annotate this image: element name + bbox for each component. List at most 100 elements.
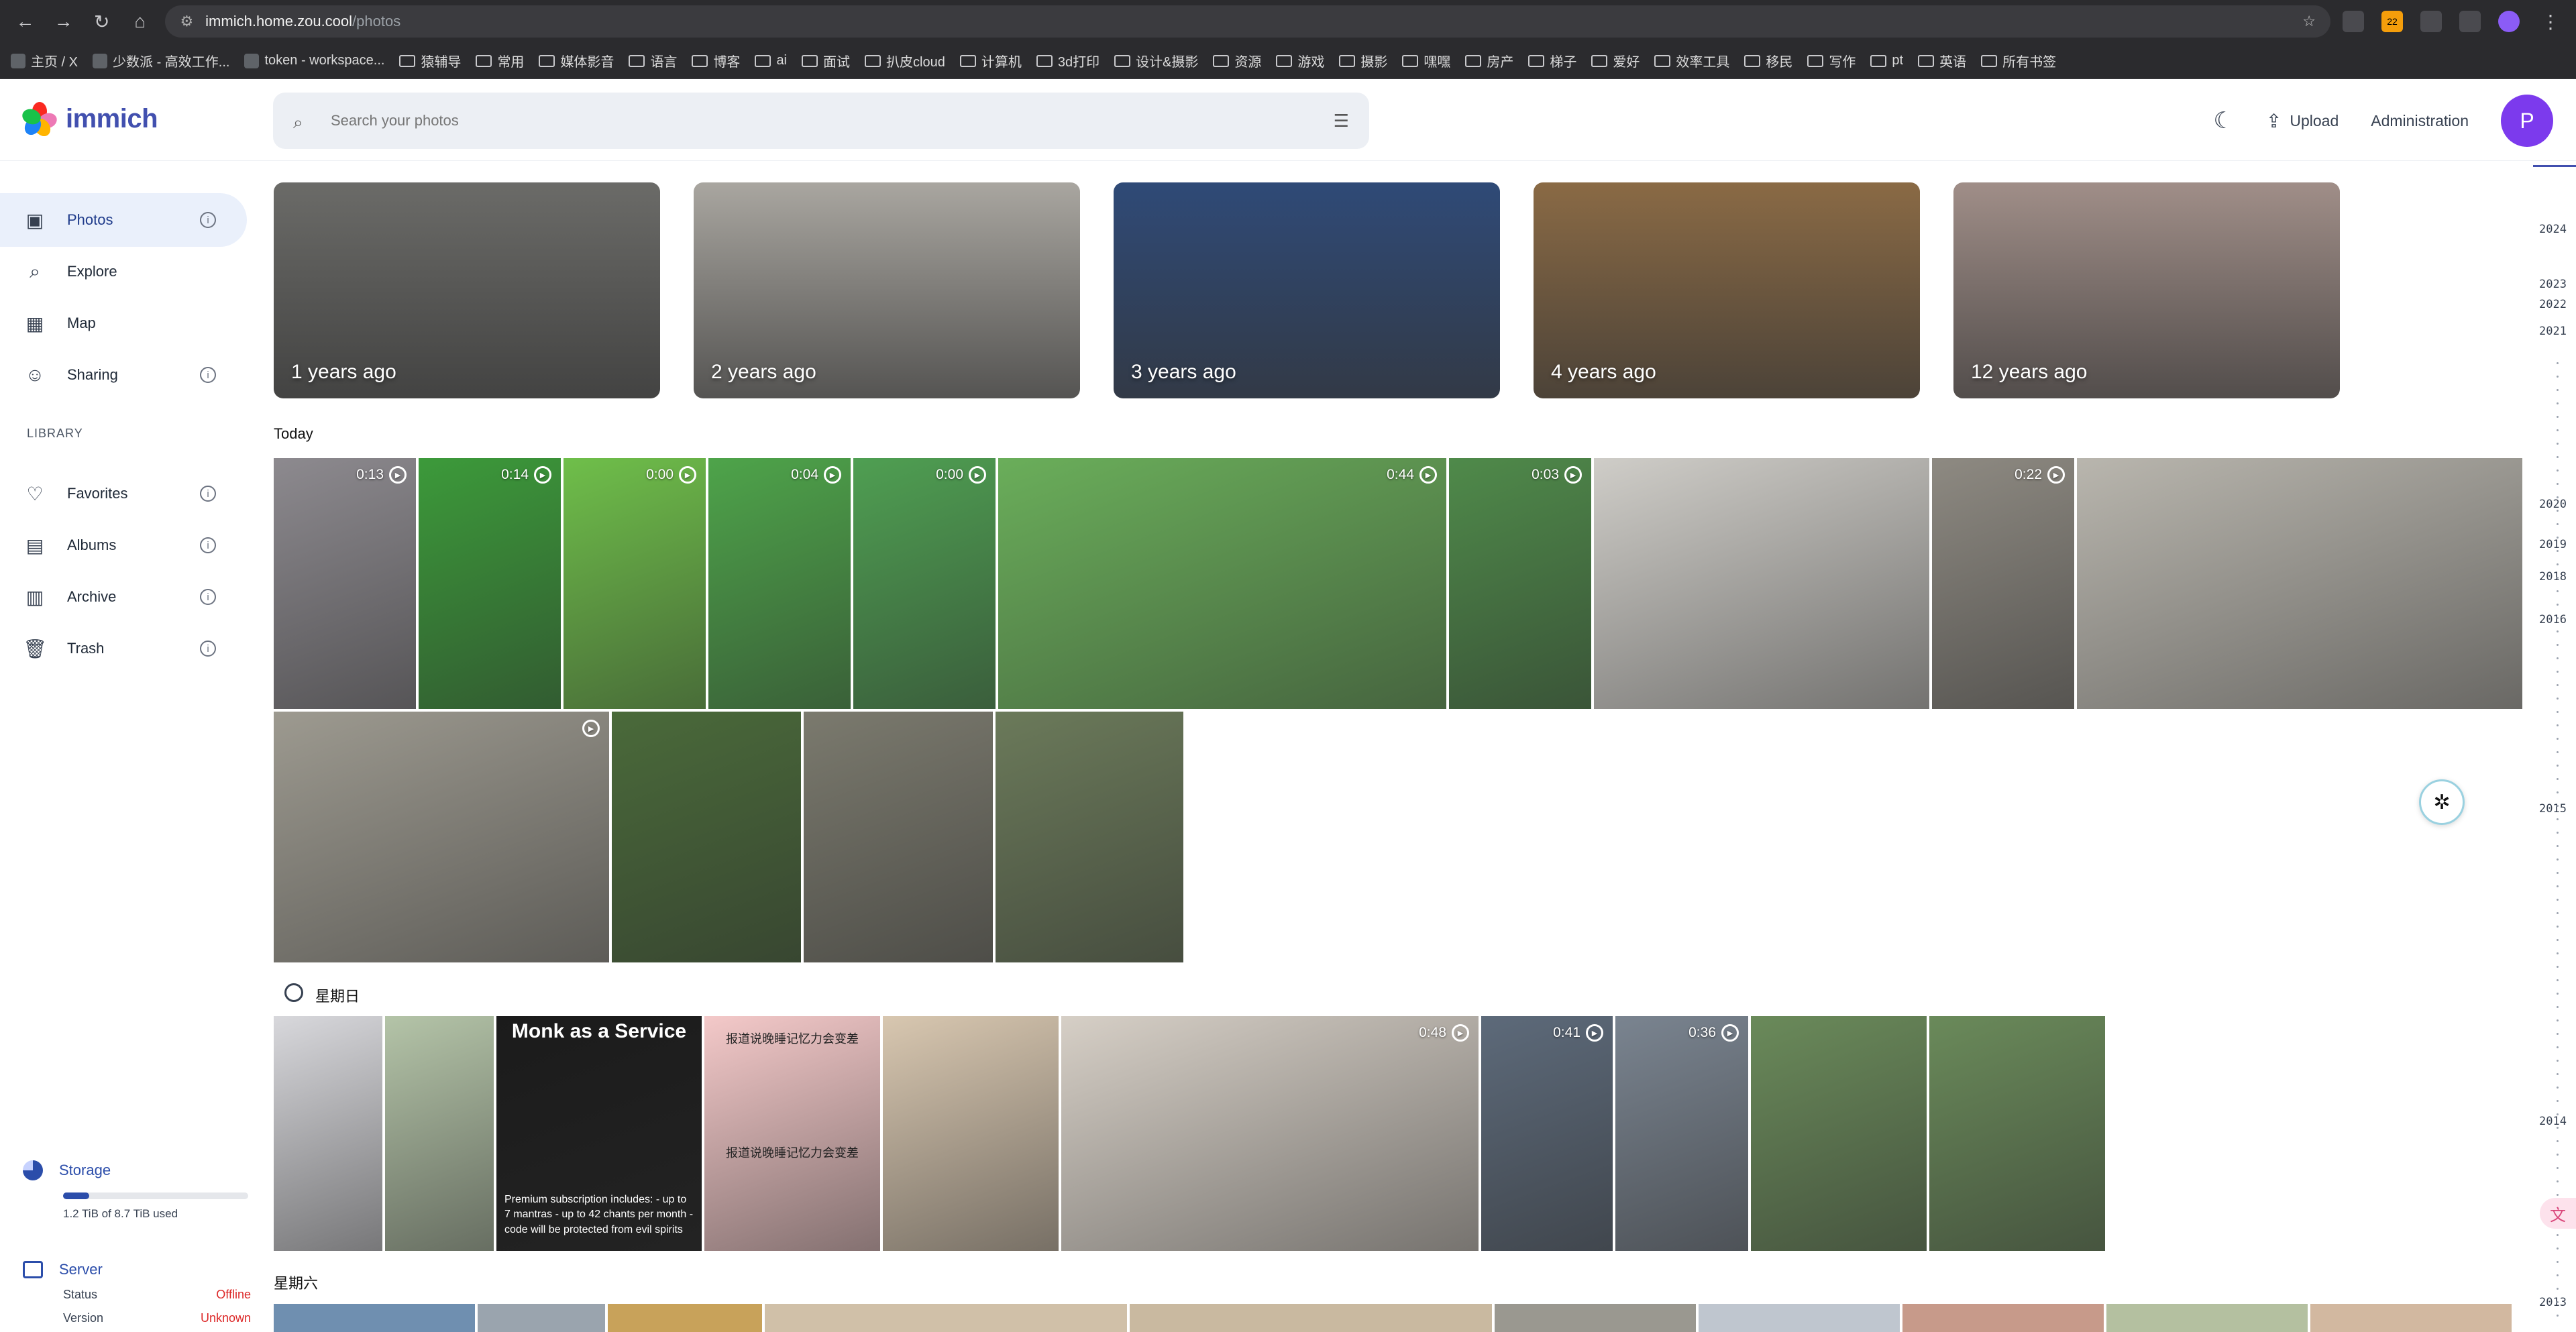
photo-thumbnail[interactable]: 0:22 ▶ — [1932, 458, 2074, 709]
bookmark-item[interactable]: 3d打印 — [1036, 51, 1099, 70]
logo[interactable]: immich — [20, 102, 158, 140]
sidebar-item-albums[interactable]: ▤ Albums i — [0, 518, 247, 572]
bookmark-item[interactable]: 梯子 — [1528, 51, 1576, 70]
photo-thumbnail[interactable]: 0:36 ▶ — [1615, 1016, 1748, 1251]
scrubber-year[interactable]: 2014 — [2539, 1115, 2567, 1128]
photo-thumbnail[interactable] — [274, 1016, 382, 1251]
bookmark-item[interactable]: 移民 — [1744, 51, 1792, 70]
bookmark-item[interactable]: 所有书签 — [1981, 51, 2056, 70]
upload-button[interactable]: ⇪ Upload — [2266, 110, 2339, 132]
scrubber-year[interactable]: 2018 — [2539, 570, 2567, 584]
photo-thumbnail[interactable]: 0:04 ▶ — [708, 458, 851, 709]
extensions-puzzle-icon[interactable] — [2459, 11, 2481, 32]
sidebar-item-map[interactable]: ▦ Map — [0, 296, 247, 350]
profile-icon[interactable] — [2498, 11, 2520, 32]
bookmark-item[interactable]: 语言 — [629, 51, 677, 70]
user-avatar[interactable]: P — [2501, 95, 2553, 147]
photo-thumbnail[interactable] — [1902, 1304, 2104, 1332]
sidebar-item-photos[interactable]: ▣ Photos i — [0, 193, 247, 247]
select-day-checkbox[interactable] — [284, 983, 303, 1002]
scrubber-year[interactable]: 2015 — [2539, 802, 2567, 816]
photo-thumbnail[interactable] — [1594, 458, 1929, 709]
photo-thumbnail[interactable] — [765, 1304, 1127, 1332]
extension-badge[interactable]: 22 — [2381, 11, 2403, 32]
scrubber-year[interactable]: 2019 — [2539, 538, 2567, 551]
bookmark-item[interactable]: 博客 — [692, 51, 740, 70]
extension-icon[interactable] — [2420, 11, 2442, 32]
sidebar-item-explore[interactable]: ⌕ Explore — [0, 245, 247, 298]
search-bar[interactable]: ⌕ ☰ — [273, 93, 1369, 149]
photo-thumbnail[interactable] — [608, 1304, 762, 1332]
bookmark-item[interactable]: 嘿嘿 — [1402, 51, 1450, 70]
scrubber-year[interactable]: 2021 — [2539, 325, 2567, 338]
photo-thumbnail[interactable] — [883, 1016, 1059, 1251]
reload-icon[interactable]: ↻ — [89, 8, 115, 35]
sidebar-item-archive[interactable]: ▥ Archive i — [0, 570, 247, 624]
assistant-floating-icon[interactable]: ✲ — [2419, 779, 2465, 825]
photo-thumbnail[interactable] — [804, 712, 993, 962]
timeline-scrubber[interactable]: 2024 2023 2022 2021 2020 2019 2018 2016 2015 2014… — [2516, 161, 2576, 1332]
forward-icon[interactable]: → — [50, 8, 76, 35]
scrubber-year[interactable]: 2016 — [2539, 613, 2567, 626]
bookmark-item[interactable]: 设计&摄影 — [1114, 51, 1198, 70]
address-bar[interactable]: ⚙ immich.home.zou.cool/photos ☆ — [165, 5, 2330, 38]
memory-card[interactable]: 3 years ago — [1114, 182, 1500, 398]
photo-thumbnail[interactable] — [2310, 1304, 2512, 1332]
photo-thumbnail[interactable]: Monk as a Service Premium subscription in… — [496, 1016, 702, 1251]
bookmark-item[interactable]: 猿辅导 — [399, 51, 461, 70]
memory-card[interactable]: 4 years ago — [1534, 182, 1920, 398]
bookmark-item[interactable]: 常用 — [476, 51, 524, 70]
photo-thumbnail[interactable] — [612, 712, 801, 962]
back-icon[interactable]: ← — [12, 8, 38, 35]
scrubber-year[interactable]: 2020 — [2539, 498, 2567, 511]
bookmark-item[interactable]: 扒皮cloud — [865, 51, 945, 70]
info-icon[interactable]: i — [200, 212, 216, 228]
photo-thumbnail[interactable]: 0:14 ▶ — [419, 458, 561, 709]
photo-thumbnail[interactable]: 0:13 ▶ — [274, 458, 416, 709]
info-icon[interactable]: i — [200, 537, 216, 553]
scrubber-year[interactable]: 2023 — [2539, 278, 2567, 291]
info-icon[interactable]: i — [200, 367, 216, 383]
scrubber-year[interactable]: 2022 — [2539, 298, 2567, 311]
star-icon[interactable]: ☆ — [2302, 13, 2316, 30]
photo-thumbnail[interactable]: ▶ — [274, 712, 609, 962]
home-icon[interactable]: ⌂ — [127, 8, 153, 35]
site-info-icon[interactable]: ⚙ — [180, 13, 193, 30]
photo-thumbnail[interactable] — [1751, 1016, 1927, 1251]
photo-thumbnail[interactable] — [1699, 1304, 1900, 1332]
photo-thumbnail[interactable] — [385, 1016, 494, 1251]
photo-thumbnail[interactable]: 0:41 ▶ — [1481, 1016, 1613, 1251]
bookmark-item[interactable]: 写作 — [1807, 51, 1856, 70]
translate-icon[interactable]: 文 — [2540, 1198, 2576, 1229]
photo-thumbnail[interactable] — [1929, 1016, 2105, 1251]
scrubber-year[interactable]: 2013 — [2539, 1296, 2567, 1309]
bookmark-item[interactable]: 房产 — [1465, 51, 1513, 70]
sidebar-item-sharing[interactable]: ☺ Sharing i — [0, 348, 247, 402]
photo-thumbnail[interactable] — [2077, 458, 2522, 709]
bookmark-item[interactable]: 效率工具 — [1654, 51, 1729, 70]
photo-thumbnail[interactable]: 0:00 ▶ — [564, 458, 706, 709]
bookmark-item[interactable]: 媒体影音 — [539, 51, 614, 70]
photo-thumbnail[interactable]: 0:44 ▶ — [998, 458, 1446, 709]
photo-thumbnail[interactable]: 0:03 ▶ — [1449, 458, 1591, 709]
bookmark-item[interactable]: 主页 / X — [11, 51, 78, 70]
photo-thumbnail[interactable] — [996, 712, 1183, 962]
bookmark-item[interactable]: 摄影 — [1339, 51, 1387, 70]
photo-thumbnail[interactable] — [1495, 1304, 1696, 1332]
sidebar-item-trash[interactable]: 🗑 Trash i — [0, 622, 247, 675]
memory-card[interactable]: 12 years ago — [1953, 182, 2340, 398]
memory-card[interactable]: 2 years ago — [694, 182, 1080, 398]
bookmark-item[interactable]: 资源 — [1213, 51, 1261, 70]
extension-icon[interactable] — [2343, 11, 2364, 32]
info-icon[interactable]: i — [200, 486, 216, 502]
photo-thumbnail[interactable] — [478, 1304, 605, 1332]
memory-card[interactable]: 1 years ago — [274, 182, 660, 398]
bookmark-item[interactable]: 计算机 — [959, 51, 1022, 70]
sidebar-item-favorites[interactable]: ♡ Favorites i — [0, 467, 247, 520]
bookmark-item[interactable]: token - workspace... — [244, 53, 384, 68]
photo-thumbnail[interactable] — [274, 1304, 475, 1332]
bookmark-item[interactable]: 爱好 — [1591, 51, 1640, 70]
search-input[interactable] — [331, 112, 1270, 129]
photo-thumbnail[interactable] — [2106, 1304, 2308, 1332]
photo-thumbnail[interactable]: 报道说晚睡记忆力会变差 报道说晚睡记忆力会变差 — [704, 1016, 880, 1251]
